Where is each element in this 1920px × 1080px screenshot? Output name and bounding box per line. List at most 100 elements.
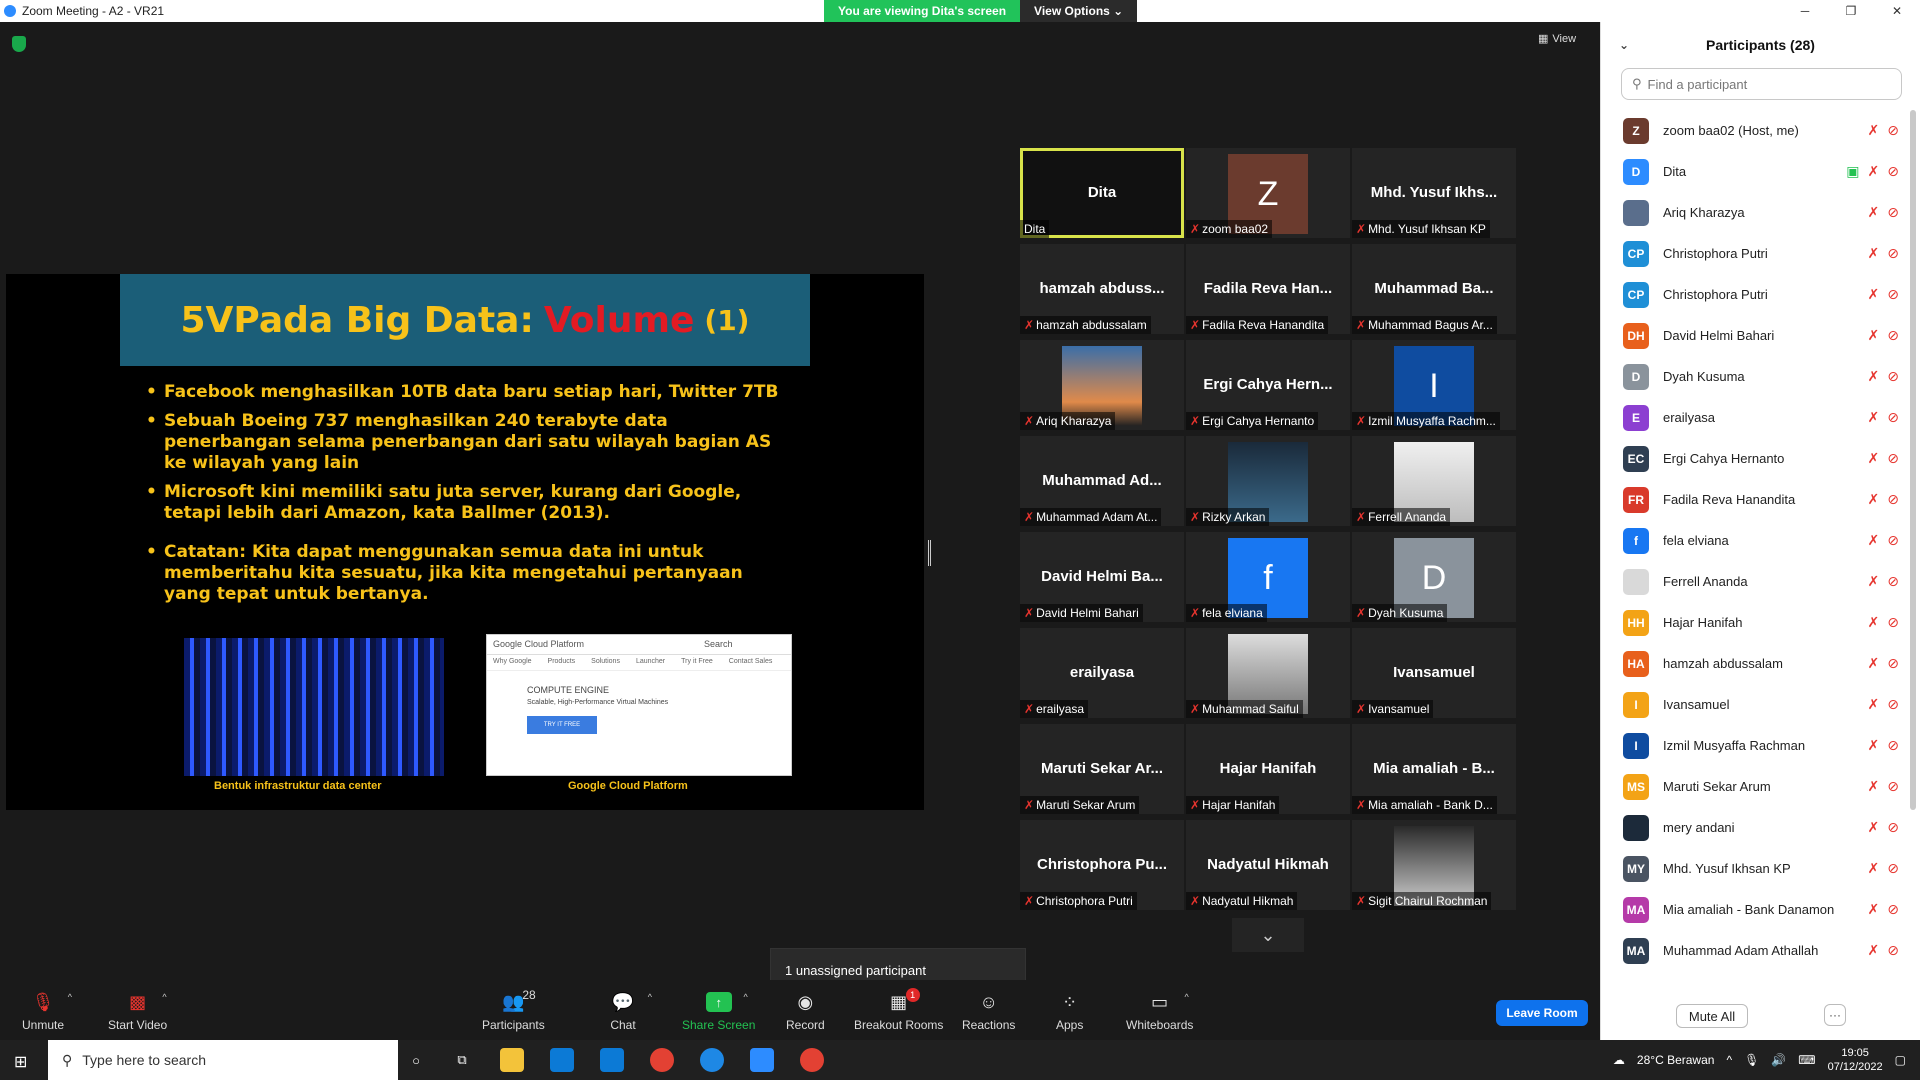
mail-icon[interactable] (600, 1048, 624, 1072)
caret-up-icon[interactable]: ^ (1184, 992, 1188, 1002)
volume-icon[interactable]: 🔊 (1771, 1053, 1786, 1067)
collapse-panel-icon[interactable]: ⌄ (1619, 38, 1629, 52)
minimize-icon[interactable]: ─ (1782, 0, 1828, 22)
caret-up-icon[interactable]: ^ (743, 992, 747, 1002)
participant-row[interactable]: FR Fadila Reva Hanandita ✗ ⊘ (1601, 479, 1901, 520)
participants-panel: ⌄ Participants (28) ⚲ Find a participant… (1600, 22, 1920, 1040)
participant-row[interactable]: MA Mia amaliah - Bank Danamon ✗ ⊘ (1601, 889, 1901, 930)
file-explorer-icon[interactable] (500, 1048, 524, 1072)
participant-row[interactable]: Ferrell Ananda ✗ ⊘ (1601, 561, 1901, 602)
reactions-button[interactable]: ☺ Reactions (962, 992, 1015, 1033)
participant-row[interactable]: CP Christophora Putri ✗ ⊘ (1601, 233, 1901, 274)
video-tile[interactable]: Muhammad Ad... ✗ Muhammad Adam At... (1020, 436, 1184, 526)
video-tile[interactable]: Maruti Sekar Ar... ✗ Maruti Sekar Arum (1020, 724, 1184, 814)
tray-chevron-icon[interactable]: ^ (1726, 1053, 1732, 1067)
more-options-icon[interactable]: ··· (1824, 1004, 1846, 1026)
tile-name-text: fela elviana (1202, 606, 1263, 620)
participant-row[interactable]: mery andani ✗ ⊘ (1601, 807, 1901, 848)
participant-row[interactable]: Zzoom baa02 (Host, me) ✗ ⊘ (1601, 110, 1901, 151)
participant-row[interactable]: DH David Helmi Bahari ✗ ⊘ (1601, 315, 1901, 356)
participant-row[interactable]: MS Maruti Sekar Arum ✗ ⊘ (1601, 766, 1901, 807)
participant-row[interactable]: CP Christophora Putri ✗ ⊘ (1601, 274, 1901, 315)
task-view-icon[interactable]: ⧉ (450, 1048, 474, 1072)
apps-button[interactable]: ⁘ Apps (1056, 992, 1083, 1033)
maximize-icon[interactable]: ❐ (1828, 0, 1874, 22)
chat-button[interactable]: 💬 ^ Chat (610, 992, 652, 1033)
video-tile[interactable]: f ✗ fela elviana (1186, 532, 1350, 622)
tile-name-label: ✗ Dyah Kusuma (1352, 604, 1448, 622)
notifications-icon[interactable]: ▢ (1895, 1053, 1906, 1067)
video-tile[interactable]: Mia amaliah - B... ✗ Mia amaliah - Bank D.… (1352, 724, 1516, 814)
participant-row[interactable]: EC Ergi Cahya Hernanto ✗ ⊘ (1601, 438, 1901, 479)
video-tile[interactable]: ✗ Sigit Chairul Rochman (1352, 820, 1516, 910)
splitter-handle[interactable] (928, 540, 931, 566)
video-tile[interactable]: Z ✗ zoom baa02 (1186, 148, 1350, 238)
cortana-icon[interactable]: ○ (404, 1048, 428, 1072)
record-button[interactable]: ◉ Record (786, 992, 825, 1033)
participant-row[interactable]: MY Mhd. Yusuf Ikhsan KP ✗ ⊘ (1601, 848, 1901, 889)
participant-status-icons: ✗ ⊘ (1868, 204, 1899, 221)
participant-row[interactable]: D Dyah Kusuma ✗ ⊘ (1601, 356, 1901, 397)
zoom-taskbar-icon[interactable] (750, 1048, 774, 1072)
participant-row[interactable]: Ariq Kharazya ✗ ⊘ (1601, 192, 1901, 233)
weather-text[interactable]: 28°C Berawan (1637, 1053, 1715, 1067)
participants-button[interactable]: 👥 28 Participants (482, 988, 545, 1032)
participant-row[interactable]: Eerailyasa ✗ ⊘ (1601, 397, 1901, 438)
video-tile[interactable]: ✗ Rizky Arkan (1186, 436, 1350, 526)
participant-row[interactable]: MA Muhammad Adam Athallah ✗ ⊘ (1601, 930, 1901, 971)
video-tile[interactable]: ✗ Ariq Kharazya (1020, 340, 1184, 430)
participant-row[interactable]: I Izmil Musyaffa Rachman ✗ ⊘ (1601, 725, 1901, 766)
mic-muted-icon: ✗ (1867, 409, 1880, 425)
video-tile[interactable]: erailyasa ✗ erailyasa (1020, 628, 1184, 718)
windows-start-icon[interactable]: ⊞ (14, 1052, 27, 1072)
participant-row[interactable]: HH Hajar Hanifah ✗ ⊘ (1601, 602, 1901, 643)
video-tile[interactable]: ✗ Ferrell Ananda (1352, 436, 1516, 526)
whiteboards-button[interactable]: ▭ ^ Whiteboards (1126, 992, 1193, 1033)
chrome-icon[interactable] (650, 1048, 674, 1072)
video-tile[interactable]: Hajar Hanifah ✗ Hajar Hanifah (1186, 724, 1350, 814)
video-tile[interactable]: I ✗ Izmil Musyaffa Rachm... (1352, 340, 1516, 430)
windows-taskbar: ⊞ ⚲ Type here to search ○ ⧉ ☁ 28°C Beraw… (0, 1040, 1920, 1080)
breakout-rooms-button[interactable]: ▦ 1 Breakout Rooms (854, 988, 943, 1032)
caret-up-icon[interactable]: ^ (68, 992, 72, 1002)
participant-search-input[interactable]: ⚲ Find a participant (1621, 68, 1902, 100)
view-button[interactable]: ▦ View (1538, 32, 1576, 46)
video-tile[interactable]: Dita Dita (1020, 148, 1184, 238)
chrome-profile-icon[interactable] (800, 1048, 824, 1072)
caret-up-icon[interactable]: ^ (162, 992, 166, 1002)
video-tile[interactable]: ✗ Muhammad Saiful (1186, 628, 1350, 718)
participant-row[interactable]: HA hamzah abdussalam ✗ ⊘ (1601, 643, 1901, 684)
video-tile[interactable]: Mhd. Yusuf Ikhs... ✗ Mhd. Yusuf Ikhsan KP (1352, 148, 1516, 238)
video-tile[interactable]: David Helmi Ba... ✗ David Helmi Bahari (1020, 532, 1184, 622)
share-screen-button[interactable]: ↑ ^ Share Screen (682, 992, 755, 1032)
encryption-shield-icon[interactable] (12, 36, 26, 52)
unmute-button[interactable]: 🎙 ^ Unmute (22, 992, 72, 1033)
leave-room-button[interactable]: Leave Room (1496, 1000, 1588, 1026)
mute-all-button[interactable]: Mute All (1676, 1004, 1748, 1028)
video-tile[interactable]: D ✗ Dyah Kusuma (1352, 532, 1516, 622)
mic-muted-icon: ✗ (1190, 222, 1201, 236)
video-tile[interactable]: Fadila Reva Han... ✗ Fadila Reva Hanandita (1186, 244, 1350, 334)
start-video-button[interactable]: ▩ ^ Start Video (108, 992, 167, 1033)
clock[interactable]: 19:05 07/12/2022 (1828, 1046, 1883, 1074)
taskbar-search-input[interactable]: ⚲ Type here to search (48, 1040, 398, 1080)
video-tile[interactable]: Ergi Cahya Hern... ✗ Ergi Cahya Hernanto (1186, 340, 1350, 430)
view-options-button[interactable]: View Options ⌄ (1020, 0, 1138, 22)
gallery-next-page-button[interactable]: ⌄ (1232, 918, 1304, 952)
keyboard-icon[interactable]: ⌨ (1798, 1053, 1815, 1067)
mic-tray-icon[interactable]: 🎙 (1744, 1053, 1759, 1067)
tile-name-text: Nadyatul Hikmah (1202, 894, 1294, 908)
store-icon[interactable] (550, 1048, 574, 1072)
participant-list-scrollbar[interactable] (1910, 110, 1916, 810)
teamviewer-icon[interactable] (700, 1048, 724, 1072)
video-tile[interactable]: Christophora Pu... ✗ Christophora Putri (1020, 820, 1184, 910)
close-icon[interactable]: ✕ (1874, 0, 1920, 22)
participant-row[interactable]: D Dita ▣ ✗ ⊘ (1601, 151, 1901, 192)
participant-row[interactable]: f fela elviana ✗ ⊘ (1601, 520, 1901, 561)
video-tile[interactable]: hamzah abduss... ✗ hamzah abdussalam (1020, 244, 1184, 334)
participant-row[interactable]: I Ivansamuel ✗ ⊘ (1601, 684, 1901, 725)
caret-up-icon[interactable]: ^ (648, 992, 652, 1002)
video-tile[interactable]: Nadyatul Hikmah ✗ Nadyatul Hikmah (1186, 820, 1350, 910)
video-tile[interactable]: Muhammad Ba... ✗ Muhammad Bagus Ar... (1352, 244, 1516, 334)
video-tile[interactable]: Ivansamuel ✗ Ivansamuel (1352, 628, 1516, 718)
